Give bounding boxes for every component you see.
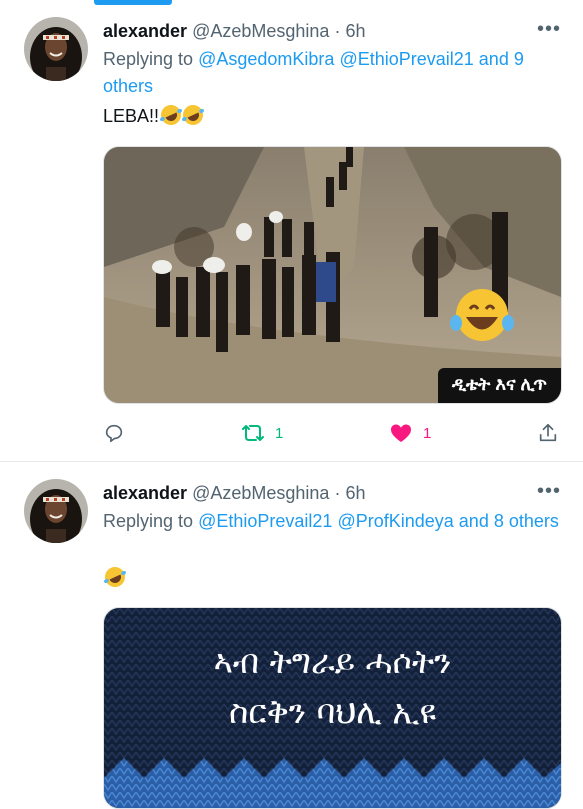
tweet-media-image[interactable]: ኣብ ትግራይ ሓሶትን ስርቅን ባህሊ ኢዩ: [103, 607, 562, 809]
handle[interactable]: @AzebMesghina: [192, 483, 329, 503]
mention-link[interactable]: @AsgedomKibra: [198, 49, 334, 69]
replying-to: Replying to @AsgedomKibra @EthioPrevail2…: [103, 46, 563, 100]
replying-prefix: Replying to: [103, 49, 194, 69]
replying-prefix: Replying to: [103, 511, 194, 531]
timestamp[interactable]: 6h: [345, 483, 365, 503]
display-name[interactable]: alexander: [103, 21, 187, 41]
tweet-header: alexander @AzebMesghina · 6h: [103, 19, 366, 43]
tweet-actions: 1 1: [103, 420, 563, 446]
mention-link[interactable]: @EthioPrevail21: [198, 511, 332, 531]
share-button[interactable]: [537, 420, 559, 446]
heart-icon: [391, 424, 411, 442]
media-text-line: ኣብ ትግራይ ሓሶትን: [213, 642, 452, 681]
reply-bubble-icon: [105, 424, 123, 443]
separator-dot: ·: [334, 483, 341, 503]
rolling-laughing-emoji-icon: [157, 101, 185, 129]
reply-button[interactable]: [103, 420, 125, 446]
reply-and[interactable]: and: [459, 511, 489, 531]
like-count: 1: [423, 424, 432, 442]
separator-dot: ·: [334, 21, 341, 41]
tweet[interactable]: alexander @AzebMesghina · 6h ••• Replyin…: [0, 0, 583, 461]
timestamp[interactable]: 6h: [345, 21, 365, 41]
tweet-text: LEBA!!: [103, 101, 207, 129]
mention-link[interactable]: @EthioPrevail21: [339, 49, 473, 69]
media-caption: ዲቴት እና ሊጥ: [438, 368, 561, 403]
retweet-count: 1: [275, 424, 284, 442]
avatar[interactable]: [24, 479, 88, 543]
tweet-header: alexander @AzebMesghina · 6h: [103, 481, 366, 505]
replying-to: Replying to @EthioPrevail21 @ProfKindeya…: [103, 508, 563, 535]
more-horizontal-icon[interactable]: •••: [537, 480, 561, 503]
tweet-text-content: LEBA!!: [103, 106, 160, 126]
retweet-button[interactable]: 1: [241, 420, 283, 446]
like-button[interactable]: 1: [389, 420, 431, 446]
media-text-line: ስርቅን ባህሊ ኢዩ: [228, 692, 437, 731]
tweet-text: [101, 563, 129, 591]
rolling-laughing-emoji-icon: [179, 101, 207, 129]
retweet-icon: [242, 425, 264, 441]
display-name[interactable]: alexander: [103, 483, 187, 503]
more-horizontal-icon[interactable]: •••: [537, 18, 561, 41]
handle[interactable]: @AzebMesghina: [192, 21, 329, 41]
reply-others-link[interactable]: 8 others: [494, 511, 559, 531]
rolling-laughing-emoji-icon: [101, 563, 129, 591]
share-icon: [539, 423, 557, 442]
tweet[interactable]: alexander @AzebMesghina · 6h ••• Replyin…: [0, 462, 583, 809]
tweet-media-image[interactable]: ዲቴት እና ሊጥ: [103, 146, 562, 404]
reply-and[interactable]: and: [479, 49, 509, 69]
mention-link[interactable]: @ProfKindeya: [337, 511, 453, 531]
avatar[interactable]: [24, 17, 88, 81]
